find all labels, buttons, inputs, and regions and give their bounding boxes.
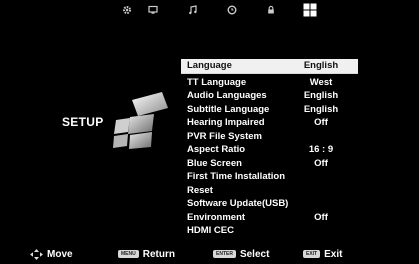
enter-key: ENTER — [213, 250, 236, 258]
music-note-icon[interactable] — [186, 3, 200, 17]
menu-row-environment[interactable]: Environment Off — [181, 211, 358, 225]
clock-icon[interactable] — [225, 3, 239, 17]
menu-item-value: Off — [314, 211, 328, 223]
tv-osd-screen: SETUP Language English TT Language West … — [0, 0, 419, 264]
top-tab-bar — [0, 0, 419, 20]
setup-menu: Language English TT Language West Audio … — [181, 59, 358, 238]
footer-hint-bar: Move MENU Return ENTER Select EXIT Exit — [0, 244, 419, 264]
monitor-icon[interactable] — [146, 3, 160, 17]
menu-item-label: Blue Screen — [187, 157, 242, 169]
menu-item-value: Off — [314, 157, 328, 169]
exit-hint[interactable]: EXIT Exit — [303, 247, 342, 261]
return-hint[interactable]: MENU Return — [118, 247, 175, 261]
menu-row-reset[interactable]: Reset — [181, 184, 358, 198]
menu-item-label: Software Update(USB) — [187, 198, 289, 209]
menu-item-label: First Time Installation — [187, 171, 286, 182]
section-title: SETUP — [62, 115, 104, 129]
menu-row-language[interactable]: Language English — [181, 59, 358, 74]
menu-row-blue-screen[interactable]: Blue Screen Off — [181, 157, 358, 171]
menu-item-label: PVR File System — [187, 130, 262, 142]
gear-icon[interactable] — [120, 3, 134, 17]
move-label: Move — [47, 248, 73, 260]
menu-row-pvr-file-system[interactable]: PVR File System — [181, 130, 358, 144]
menu-item-value: English — [303, 60, 339, 71]
menu-row-aspect-ratio[interactable]: Aspect Ratio 16 : 9 — [181, 143, 358, 157]
menu-item-value: Off — [314, 117, 328, 128]
menu-item-label: Reset — [187, 184, 213, 196]
select-label: Select — [239, 248, 270, 260]
menu-item-label: Subtitle Language — [187, 103, 270, 115]
menu-row-hdmi-cec[interactable]: HDMI CEC — [181, 224, 358, 238]
exit-key: EXIT — [303, 250, 321, 258]
move-hint: Move — [30, 247, 73, 261]
move-arrows-icon — [30, 248, 43, 260]
menu-item-label: HDMI CEC — [187, 225, 234, 236]
select-hint[interactable]: ENTER Select — [213, 247, 269, 261]
menu-row-tt-language[interactable]: TT Language West — [181, 76, 358, 90]
menu-row-hearing-impaired[interactable]: Hearing Impaired Off — [181, 116, 358, 130]
menu-item-value: West — [309, 76, 333, 88]
menu-row-software-update[interactable]: Software Update(USB) — [181, 197, 358, 211]
menu-item-value: English — [303, 90, 339, 101]
menu-item-label: Hearing Impaired — [187, 117, 265, 128]
setup-grid-icon[interactable] — [303, 3, 317, 17]
menu-item-label: Audio Languages — [187, 90, 267, 101]
menu-item-label: Language — [187, 60, 232, 71]
return-label: Return — [142, 248, 175, 260]
menu-item-label: Environment — [187, 211, 246, 223]
exit-label: Exit — [324, 248, 343, 260]
menu-item-value: English — [303, 103, 339, 115]
menu-row-audio-languages[interactable]: Audio Languages English — [181, 89, 358, 103]
menu-row-first-time-installation[interactable]: First Time Installation — [181, 170, 358, 184]
lock-icon[interactable] — [264, 3, 278, 17]
menu-item-value: 16 : 9 — [308, 144, 334, 155]
menu-item-label: Aspect Ratio — [187, 144, 246, 155]
menu-row-subtitle-language[interactable]: Subtitle Language English — [181, 103, 358, 117]
setup-cube-icon — [113, 92, 168, 149]
menu-key: MENU — [118, 250, 139, 258]
menu-item-label: TT Language — [187, 76, 247, 88]
